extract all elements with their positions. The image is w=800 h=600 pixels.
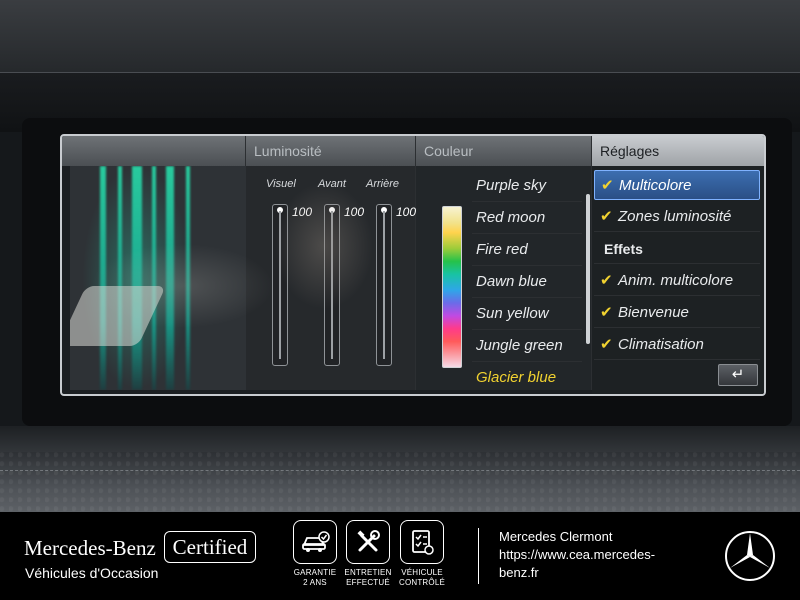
preview-header [62, 136, 246, 166]
checkbox-checked-icon: ✔ [600, 336, 613, 353]
couleur-header: Couleur [416, 136, 592, 166]
reglages-title: Réglages [600, 143, 660, 159]
color-item-fire-red[interactable]: Fire red [472, 234, 582, 266]
badge-controle: VÉHICULE CONTRÔLÉ [398, 520, 446, 588]
luminosite-panel: Visuel Avant Arrière 100 100 100 [246, 166, 416, 390]
setting-label: Zones luminosité [618, 208, 732, 225]
dealer-info: Mercedes Clermont https://www.cea.merced… [499, 528, 699, 582]
brand-name: Mercedes-Benz [24, 536, 156, 560]
slider-knob[interactable] [381, 207, 387, 213]
light-strip [118, 166, 122, 390]
color-item-purple-sky[interactable]: Purple sky [472, 170, 582, 202]
leather-stitching [0, 470, 800, 471]
couleur-panel: Purple sky Red moon Fire red Dawn blue S… [416, 166, 592, 390]
light-strip [132, 166, 142, 390]
luminosite-title: Luminosité [254, 143, 322, 159]
slider-value-arriere: 100 [396, 205, 417, 219]
setting-climatisation[interactable]: ✔ Climatisation [594, 330, 760, 360]
effets-section: Effets [594, 234, 760, 264]
light-strip [166, 166, 174, 390]
setting-label: Multicolore [619, 177, 692, 194]
ambient-light-preview [70, 166, 246, 390]
mercedes-star-icon [725, 531, 775, 581]
leather-trim [0, 452, 800, 512]
back-button[interactable]: ↵ [718, 364, 758, 386]
slider-label-avant: Avant [318, 178, 346, 190]
light-strip [186, 166, 190, 390]
car-check-icon [293, 520, 337, 564]
effets-heading: Effets [604, 241, 643, 257]
badge-label: ENTRETIEN EFFECTUÉ [344, 568, 392, 587]
setting-zones-luminosite[interactable]: ✔ Zones luminosité [594, 202, 760, 232]
checkbox-checked-icon: ✔ [600, 208, 613, 225]
setting-label: Bienvenue [618, 304, 689, 321]
dealer-url[interactable]: https://www.cea.mercedes- [499, 546, 699, 564]
infotainment-screen: Luminosité Couleur Réglages Visuel Avant… [60, 134, 766, 396]
setting-multicolore[interactable]: ✔ Multicolore [594, 170, 760, 200]
slider-label-arriere: Arrière [366, 178, 400, 190]
reglages-panel: ✔ Multicolore ✔ Zones luminosité Effets … [592, 166, 764, 394]
checkbox-checked-icon: ✔ [600, 272, 613, 289]
color-item-glacier-blue[interactable]: Glacier blue [472, 362, 582, 394]
slider-arriere[interactable] [376, 204, 392, 366]
slider-label-visuel: Visuel [266, 178, 296, 190]
reglages-header: Réglages [592, 136, 764, 166]
slider-value-avant: 100 [344, 205, 365, 219]
badge-label: VÉHICULE CONTRÔLÉ [398, 568, 446, 587]
slider-visuel[interactable] [272, 204, 288, 366]
badge-garantie: GARANTIE 2 ANS [291, 520, 339, 588]
dealer-name: Mercedes Clermont [499, 529, 613, 544]
brand-subtitle: Véhicules d'Occasion [25, 565, 159, 581]
badge-label: GARANTIE 2 ANS [293, 568, 337, 587]
certified-label: Certified [164, 531, 256, 563]
tools-icon [346, 520, 390, 564]
checkbox-checked-icon: ✔ [601, 177, 614, 194]
light-strip [152, 166, 156, 390]
setting-label: Climatisation [618, 336, 704, 353]
setting-anim-multicolore[interactable]: ✔ Anim. multicolore [594, 266, 760, 296]
luminosite-header: Luminosité [246, 136, 416, 166]
color-item-dawn-blue[interactable]: Dawn blue [472, 266, 582, 298]
color-spectrum[interactable] [442, 206, 462, 368]
checklist-icon [400, 520, 444, 564]
light-strip [100, 166, 106, 390]
color-item-jungle-green[interactable]: Jungle green [472, 330, 582, 362]
checkbox-checked-icon: ✔ [600, 304, 613, 321]
color-item-sun-yellow[interactable]: Sun yellow [472, 298, 582, 330]
slider-knob[interactable] [277, 207, 283, 213]
setting-bienvenue[interactable]: ✔ Bienvenue [594, 298, 760, 328]
dealer-url-continued[interactable]: benz.fr [499, 564, 699, 582]
color-item-red-moon[interactable]: Red moon [472, 202, 582, 234]
dealer-banner: Mercedes-Benz Certified Véhicules d'Occa… [0, 512, 800, 600]
slider-knob[interactable] [329, 207, 335, 213]
footer-divider [478, 528, 479, 584]
slider-avant[interactable] [324, 204, 340, 366]
scrollbar-thumb[interactable] [586, 194, 590, 344]
couleur-title: Couleur [424, 143, 474, 159]
setting-label: Anim. multicolore [618, 272, 734, 289]
badge-entretien: ENTRETIEN EFFECTUÉ [344, 520, 392, 588]
color-list-scrollbar[interactable] [586, 194, 590, 344]
slider-value-visuel: 100 [292, 205, 313, 219]
return-arrow-icon: ↵ [731, 366, 745, 383]
